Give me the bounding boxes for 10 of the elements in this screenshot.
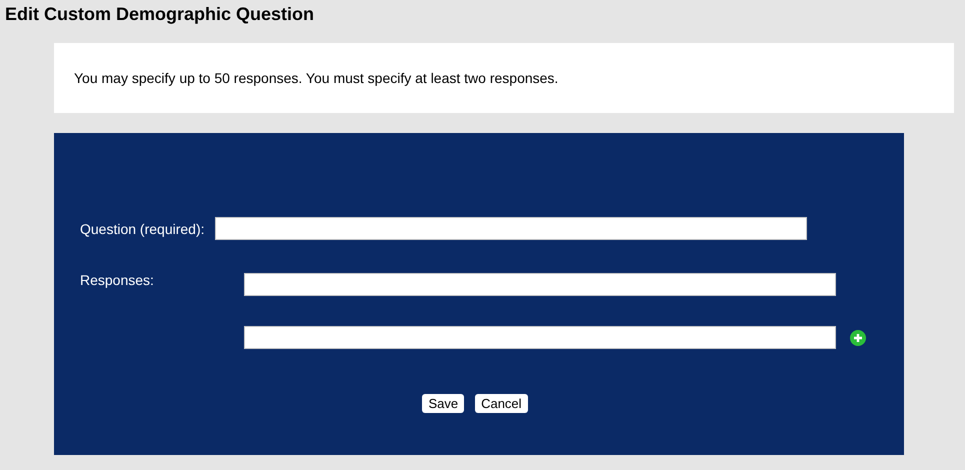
add-icon[interactable] <box>850 330 866 346</box>
response-input-field[interactable] <box>244 273 836 296</box>
button[interactable]: Cancel <box>475 394 528 413</box>
question-input-field[interactable] <box>214 217 807 240</box>
question-label: Question (required): <box>80 220 205 236</box>
page-title: Edit Custom Demographic Question <box>4 3 316 26</box>
button[interactable]: Save <box>422 394 464 413</box>
response-input-field[interactable] <box>244 326 836 349</box>
responses-label: Responses: <box>80 272 155 288</box>
notice-text: You may specify up to 50 responses. You must specify at least two responses. <box>74 70 558 86</box>
